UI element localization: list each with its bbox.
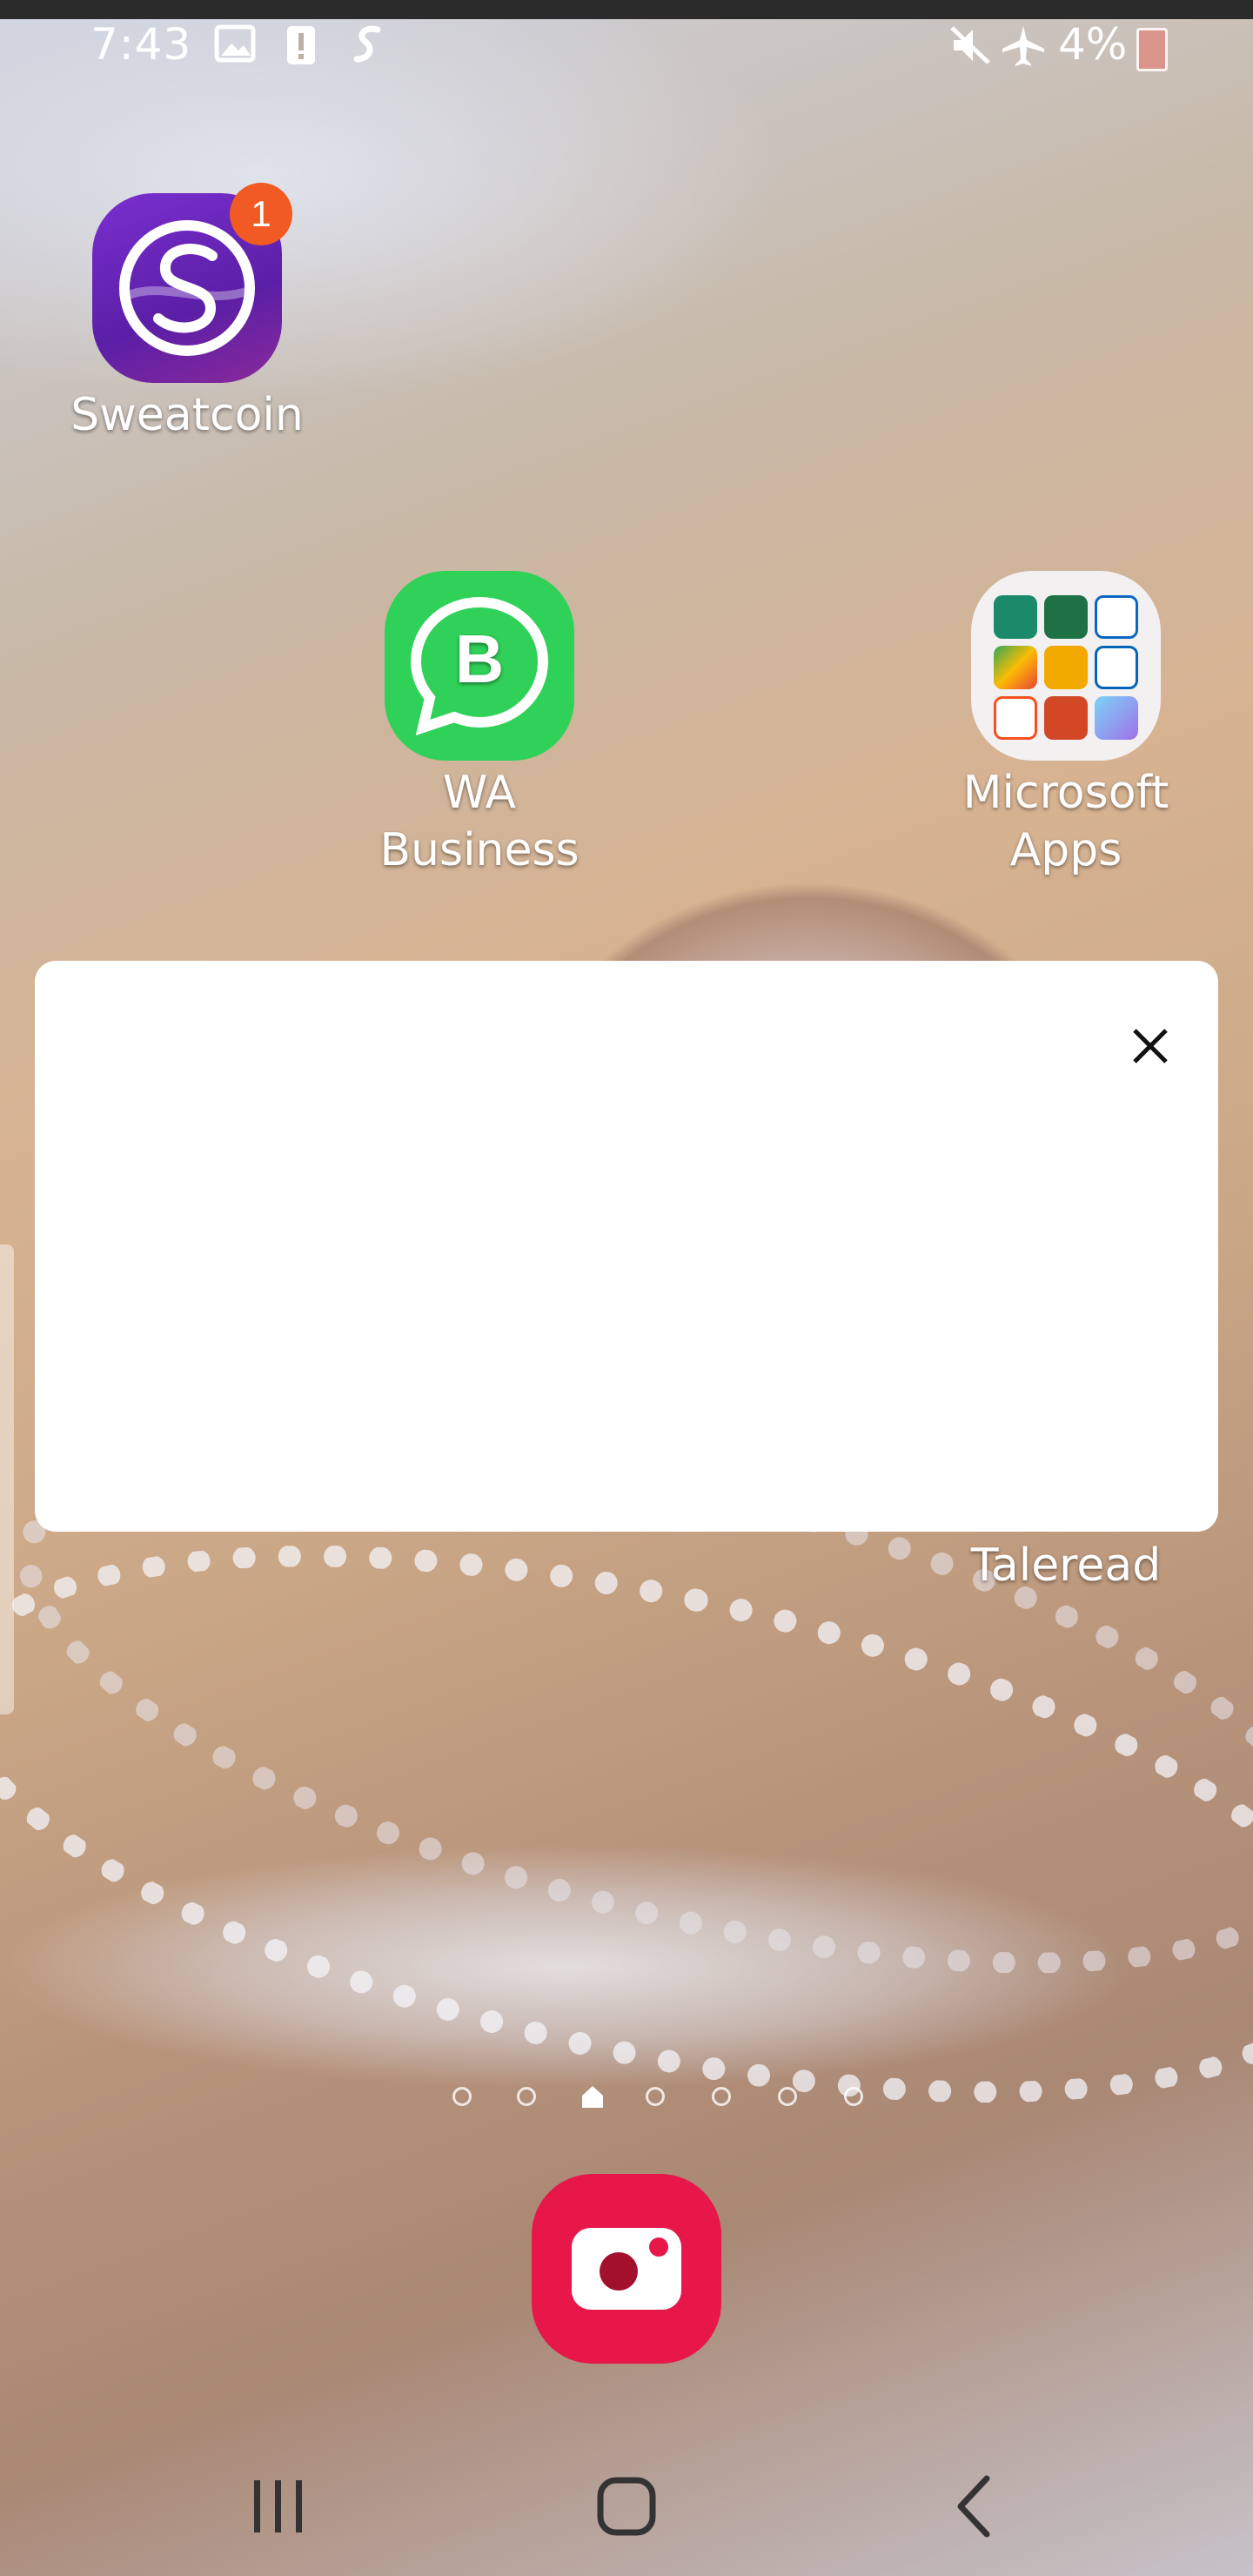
mini-linkedin-icon (1095, 595, 1138, 639)
status-time: 7:43 (90, 19, 192, 70)
app-wa-business[interactable]: B WA Business (353, 571, 606, 882)
sweatcoin-icon: 1 (92, 183, 292, 383)
status-bar-top-strip (0, 0, 1253, 19)
mini-files-icon (1044, 646, 1088, 689)
app-label: Taleread (970, 1540, 1162, 1592)
mini-onedrive-icon (1095, 646, 1138, 689)
battery-percent: 4% (1058, 19, 1128, 70)
page-dot[interactable] (646, 2087, 665, 2106)
wa-business-icon: B (385, 571, 574, 761)
whatsapp-business-logo-icon: B (410, 596, 549, 736)
mute-icon (950, 26, 990, 64)
close-icon[interactable] (1126, 1022, 1175, 1070)
folder-preview-grid (994, 595, 1138, 740)
left-edge-panel-handle[interactable] (0, 1244, 14, 1714)
recent-apps-icon[interactable] (235, 2463, 322, 2550)
folder-label-line1: Microsoft (962, 767, 1169, 819)
mini-excel-icon (1044, 595, 1088, 639)
mini-maps-icon (994, 646, 1037, 689)
page-dot[interactable] (712, 2087, 731, 2106)
microsoft-apps-folder-icon (971, 571, 1161, 761)
page-dot[interactable] (844, 2087, 863, 2106)
screen-recorder-icon (532, 2174, 721, 2364)
airplane-icon (1002, 26, 1044, 66)
notification-badge: 1 (230, 183, 292, 245)
app-label-line1: WA (442, 767, 517, 819)
svg-text:B: B (455, 621, 504, 697)
app-screen-recorder[interactable] (531, 2174, 722, 2364)
mini-powerpoint-icon (1044, 696, 1088, 740)
app-sweatcoin[interactable]: 1 Sweatcoin (61, 183, 313, 447)
mini-play-icon (994, 696, 1037, 740)
app-taleread[interactable]: Taleread (940, 1533, 1192, 1598)
popup-dialog (35, 961, 1218, 1532)
screen-recorder-logo-icon (572, 2228, 681, 2310)
back-icon[interactable] (931, 2463, 1018, 2550)
page-dot[interactable] (778, 2087, 797, 2106)
alert-icon (287, 26, 315, 64)
home-icon[interactable] (583, 2463, 670, 2550)
page-dot[interactable] (517, 2087, 536, 2106)
mini-app-icon (994, 595, 1037, 639)
status-bar: 7:43 4% (0, 0, 1253, 84)
app-label: Sweatcoin (70, 389, 304, 441)
mini-app-icon (1095, 696, 1138, 740)
battery-low-icon (1136, 28, 1168, 71)
folder-label-line2: Apps (1009, 824, 1122, 876)
page-indicator[interactable] (452, 2082, 870, 2111)
folder-microsoft-apps[interactable]: Microsoft Apps (940, 571, 1192, 882)
page-dot[interactable] (452, 2087, 472, 2106)
home-page-indicator-icon[interactable] (580, 2083, 606, 2110)
app-label-line2: Business (379, 824, 580, 876)
navigation-bar (0, 2437, 1253, 2576)
gallery-icon (214, 24, 256, 63)
app-s-icon (353, 25, 381, 63)
